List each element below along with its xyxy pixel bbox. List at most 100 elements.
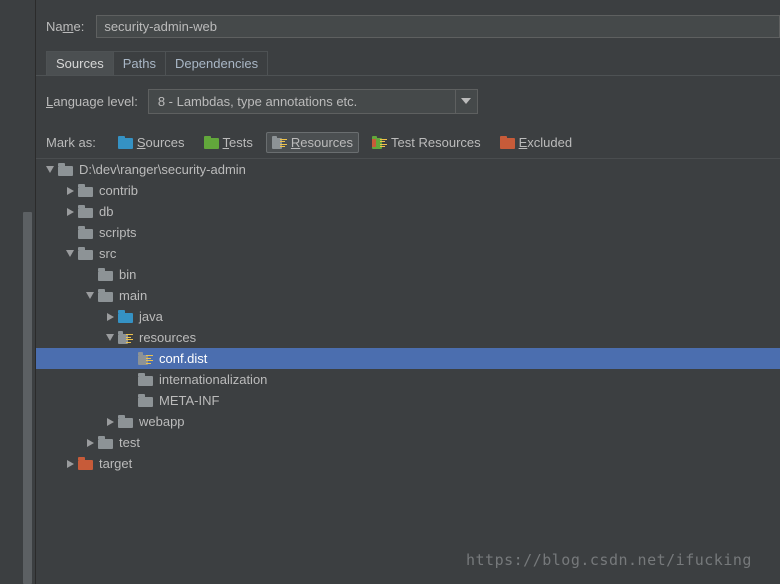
module-name-label: Name: xyxy=(36,19,84,34)
module-name-label-mnemonic: m xyxy=(62,18,74,34)
tree-icon-wrap xyxy=(78,247,93,260)
mark-as-excluded-button[interactable]: Excluded xyxy=(494,132,578,153)
folder-excluded-icon xyxy=(78,457,93,470)
folder-icon xyxy=(78,184,93,197)
expand-triangle-icon[interactable] xyxy=(82,432,98,453)
tree-icon-wrap xyxy=(78,226,93,239)
tree-icon-wrap xyxy=(118,331,133,344)
language-level-combobox[interactable]: 8 - Lambdas, type annotations etc. xyxy=(147,88,478,114)
tabs-separator xyxy=(36,75,780,76)
mark-as-test-resources-button[interactable]: Test Resources xyxy=(366,132,487,153)
tree-icon-wrap xyxy=(118,310,133,323)
tree-icon-wrap xyxy=(78,457,93,470)
module-name-label-pre: Na xyxy=(46,18,63,34)
tree-row[interactable]: internationalization xyxy=(36,369,780,390)
folder-resources-icon xyxy=(118,331,133,344)
language-level-value: 8 - Lambdas, type annotations etc. xyxy=(157,93,358,109)
tree-row[interactable]: META-INF xyxy=(36,390,780,411)
collapse-triangle-icon[interactable] xyxy=(102,327,118,348)
tree-icon-wrap xyxy=(138,373,153,386)
tree-row[interactable]: conf.dist xyxy=(36,348,780,369)
mark-as-sources-label: Sources xyxy=(136,134,185,150)
language-level-label-post: anguage level: xyxy=(53,93,138,109)
tab-dependencies-label: Dependencies xyxy=(174,56,259,71)
folder-icon xyxy=(78,205,93,218)
folder-icon xyxy=(138,394,153,407)
folder-icon xyxy=(118,415,133,428)
tree-icon-wrap xyxy=(138,394,153,407)
folder-tests-icon xyxy=(203,135,219,149)
expand-triangle-icon[interactable] xyxy=(102,411,118,432)
mark-as-resources-label: Resources xyxy=(290,134,354,150)
tab-paths-label: Paths xyxy=(122,56,156,71)
mark-as-row: Mark as: Sources Tests Resources Test Re… xyxy=(36,131,780,153)
tree-row-label: webapp xyxy=(139,414,185,429)
tree-icon-wrap xyxy=(98,268,113,281)
tab-dependencies[interactable]: Dependencies xyxy=(164,51,269,75)
tree-row[interactable]: java xyxy=(36,306,780,327)
tree-row-label: internationalization xyxy=(159,372,268,387)
project-structure-dialog: Name: security-admin-web Sources Paths D… xyxy=(0,0,780,584)
tree-row[interactable]: bin xyxy=(36,264,780,285)
language-level-row: Language level: 8 - Lambdas, type annota… xyxy=(36,88,780,114)
collapse-triangle-icon[interactable] xyxy=(42,159,58,180)
folder-icon xyxy=(98,436,113,449)
folder-sources-icon xyxy=(117,135,133,149)
tree-row-label: conf.dist xyxy=(159,351,208,366)
mark-as-sources-button[interactable]: Sources xyxy=(112,132,191,153)
tab-paths[interactable]: Paths xyxy=(112,51,165,75)
module-name-input[interactable]: security-admin-web xyxy=(96,14,780,38)
tree-row[interactable]: main xyxy=(36,285,780,306)
mark-as-tests-button[interactable]: Tests xyxy=(198,132,259,153)
folder-icon xyxy=(98,268,113,281)
tree-row-label: META-INF xyxy=(159,393,220,408)
tree-row[interactable]: contrib xyxy=(36,180,780,201)
mark-as-excluded-label: Excluded xyxy=(518,134,573,150)
tree-icon-wrap xyxy=(138,352,153,365)
expand-triangle-icon[interactable] xyxy=(62,180,78,201)
folder-icon xyxy=(138,373,153,386)
tree-row[interactable]: test xyxy=(36,432,780,453)
tree-row[interactable]: scripts xyxy=(36,222,780,243)
folder-resources-icon xyxy=(138,352,153,365)
tree-row-label: resources xyxy=(139,330,197,345)
tree-row-label: test xyxy=(119,435,140,450)
content-root-tree[interactable]: D:\dev\ranger\security-admin contrib db scr… xyxy=(36,158,780,584)
mark-as-tests-label: Tests xyxy=(222,134,253,150)
tree-icon-wrap xyxy=(98,436,113,449)
expand-triangle-icon[interactable] xyxy=(62,201,78,222)
left-gutter xyxy=(0,0,36,584)
chevron-down-icon[interactable] xyxy=(454,89,477,113)
tree-row-label: java xyxy=(139,309,163,324)
expand-triangle-icon[interactable] xyxy=(62,453,78,474)
tree-row[interactable]: db xyxy=(36,201,780,222)
tree-row-label: D:\dev\ranger\security-admin xyxy=(79,162,246,177)
module-name-row: Name: security-admin-web xyxy=(36,14,780,38)
tree-row[interactable]: resources xyxy=(36,327,780,348)
tree-row[interactable]: D:\dev\ranger\security-admin xyxy=(36,159,780,180)
collapse-triangle-icon[interactable] xyxy=(62,243,78,264)
expand-triangle-icon[interactable] xyxy=(102,306,118,327)
tab-sources-label: Sources xyxy=(56,56,104,71)
mark-as-options: Sources Tests Resources Test Resources E… xyxy=(112,131,585,153)
tree-row[interactable]: target xyxy=(36,453,780,474)
folder-resources-icon xyxy=(271,135,287,149)
tree-row-label: bin xyxy=(119,267,137,282)
mark-as-resources-button[interactable]: Resources xyxy=(265,131,360,153)
module-editor-panel: Name: security-admin-web Sources Paths D… xyxy=(36,0,780,584)
vertical-scrollbar-track[interactable] xyxy=(22,212,32,584)
tree-icon-wrap xyxy=(58,163,73,176)
language-level-label: Language level: xyxy=(36,94,138,109)
tab-sources[interactable]: Sources xyxy=(46,51,113,75)
mark-as-label: Mark as: xyxy=(46,134,96,150)
folder-icon xyxy=(58,163,73,176)
collapse-triangle-icon[interactable] xyxy=(82,285,98,306)
editor-tabs: Sources Paths Dependencies xyxy=(46,51,269,75)
vertical-scrollbar-thumb[interactable] xyxy=(23,212,32,584)
tree-row-label: db xyxy=(99,204,114,219)
tree-row[interactable]: webapp xyxy=(36,411,780,432)
tree-row[interactable]: src xyxy=(36,243,780,264)
